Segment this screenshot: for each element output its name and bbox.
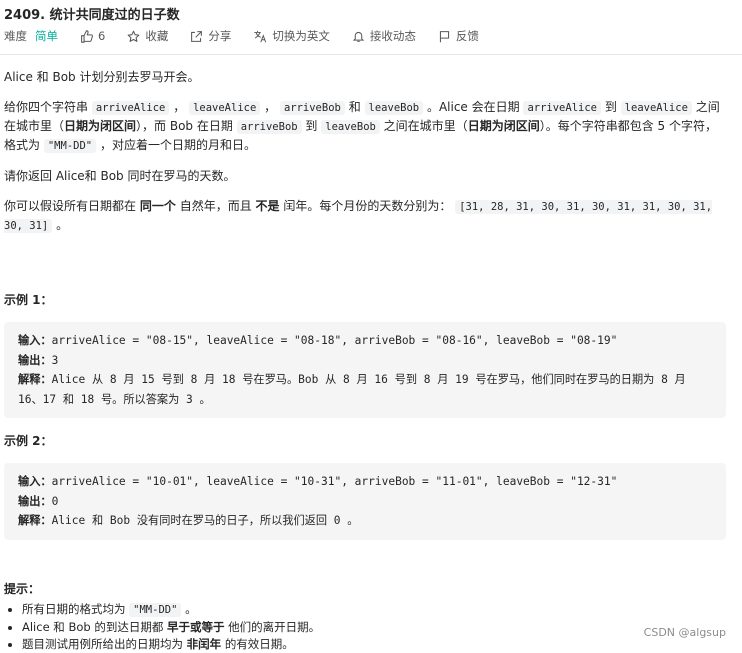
explain-label: 解释： xyxy=(18,373,52,386)
bell-icon xyxy=(352,31,365,42)
code-leave-bob: leaveBob xyxy=(321,120,380,134)
description-p2: 给你四个字符串 arriveAlice ， leaveAlice ， arriv… xyxy=(4,98,726,155)
hints-title: 提示： xyxy=(4,581,41,596)
code-arrive-alice: arriveAlice xyxy=(523,101,601,115)
text: 。 xyxy=(56,218,69,232)
output-label: 输出： xyxy=(18,353,52,367)
example-2-title: 示例 2： xyxy=(4,434,53,448)
star-icon xyxy=(127,30,140,42)
example-2-box: 输入：arriveAlice = "10-01", leaveAlice = "… xyxy=(4,463,726,540)
favorite-label: 收藏 xyxy=(145,29,169,43)
problem-title: 2409. 统计共同度过的日子数 xyxy=(4,8,180,23)
like-button[interactable]: 6 xyxy=(80,29,105,43)
text: ， xyxy=(264,100,277,114)
text: 闰年。每个月份的天数分别为： xyxy=(283,199,452,213)
thumbs-up-icon xyxy=(81,29,93,43)
text: 题目测试用例所给出的日期均为 xyxy=(22,636,183,651)
bold-closed-interval: 日期为闭区间 xyxy=(64,119,137,133)
description-p3: 请你返回 Alice和 Bob 同时在罗马的天数。 xyxy=(4,169,236,183)
flag-icon xyxy=(439,30,449,42)
code-arrive-bob: arriveBob xyxy=(236,120,302,134)
text: 。 xyxy=(185,601,197,616)
text: ，对应着一个日期的月和日。 xyxy=(99,138,256,152)
text: ），而 Bob 在日期 xyxy=(136,119,233,133)
share-icon xyxy=(191,30,203,42)
code-arrive-alice: arriveAlice xyxy=(91,101,170,115)
example-1-title: 示例 1： xyxy=(4,293,53,307)
input-label: 输入： xyxy=(18,475,52,488)
problem-toolbar: 难度 简单 6 收藏 分享 切换为英文 接收动态 反馈 xyxy=(4,27,501,45)
share-label: 分享 xyxy=(208,29,232,43)
code-leave-alice: leaveAlice xyxy=(620,101,692,115)
text: ， xyxy=(173,100,186,114)
csdn-watermark: CSDN @algsup xyxy=(643,626,726,639)
text: 他们的离开日期。 xyxy=(228,619,321,634)
example-1-explain: 解释：Alice 从 8 月 15 号到 8 月 18 号在罗马。Bob 从 8… xyxy=(18,370,712,409)
notifications-label: 接收动态 xyxy=(369,29,416,43)
text: 和 xyxy=(348,100,361,114)
example-1-output: 输出：3 xyxy=(18,351,712,371)
output-value: 3 xyxy=(51,353,59,367)
bold-closed-interval: 日期为闭区间 xyxy=(467,119,540,133)
text: 的有效日期。 xyxy=(224,636,294,651)
hint-item: 题目测试用例所给出的日期均为 非闰年 的有效日期。 xyxy=(22,636,726,653)
share-button[interactable]: 分享 xyxy=(190,28,231,44)
explain-label: 解释： xyxy=(18,514,52,527)
input-label: 输入： xyxy=(18,334,52,347)
explain-value: Alice 从 8 月 15 号到 8 月 18 号在罗马。Bob 从 8 月 … xyxy=(18,373,686,406)
bold-earlier-or-equal: 早于或等于 xyxy=(167,619,225,634)
feedback-button[interactable]: 反馈 xyxy=(438,28,479,44)
bold-not: 不是 xyxy=(255,199,280,213)
like-count: 6 xyxy=(98,29,106,43)
switch-language-button[interactable]: 切换为英文 xyxy=(253,28,330,44)
favorite-button[interactable]: 收藏 xyxy=(127,28,168,44)
text: 。Alice 会在日期 xyxy=(426,100,520,114)
text: 到 xyxy=(305,119,318,133)
code-leave-bob: leaveBob xyxy=(364,101,424,115)
switch-language-label: 切换为英文 xyxy=(272,29,330,43)
difficulty-badge: 简单 xyxy=(35,29,58,43)
code-date-format: "MM-DD" xyxy=(129,602,182,617)
feedback-label: 反馈 xyxy=(455,29,479,43)
text: 之间在城市里（ xyxy=(383,119,468,133)
example-2-input: 输入：arriveAlice = "10-01", leaveAlice = "… xyxy=(18,472,712,492)
output-value: 0 xyxy=(51,494,59,508)
text: 所有日期的格式均为 xyxy=(22,601,126,616)
text: 自然年，而且 xyxy=(179,199,252,213)
text: 给你四个字符串 xyxy=(4,100,89,114)
hints-list: 所有日期的格式均为 "MM-DD" 。 Alice 和 Bob 的到达日期都 早… xyxy=(4,601,726,653)
code-date-format: "MM-DD" xyxy=(43,139,97,153)
hint-item: Alice 和 Bob 的到达日期都 早于或等于 他们的离开日期。 xyxy=(22,619,726,636)
code-leave-alice: leaveAlice xyxy=(189,101,261,115)
problem-content: Alice 和 Bob 计划分别去罗马开会。 给你四个字符串 arriveAli… xyxy=(4,68,726,653)
text: 到 xyxy=(604,100,617,114)
description-p1: Alice 和 Bob 计划分别去罗马开会。 xyxy=(4,70,200,84)
bold-non-leap-year: 非闰年 xyxy=(186,636,222,651)
text: 你可以假设所有日期都在 xyxy=(4,199,137,213)
example-1-input: 输入：arriveAlice = "08-15", leaveAlice = "… xyxy=(18,331,712,351)
input-value: arriveAlice = "08-15", leaveAlice = "08-… xyxy=(51,334,618,347)
example-2-output: 输出：0 xyxy=(18,492,712,512)
input-value: arriveAlice = "10-01", leaveAlice = "10-… xyxy=(51,475,618,488)
difficulty-label: 难度 xyxy=(4,29,27,43)
notifications-button[interactable]: 接收动态 xyxy=(352,28,416,44)
example-2-explain: 解释：Alice 和 Bob 没有同时在罗马的日子，所以我们返回 0 。 xyxy=(18,511,712,531)
header-divider xyxy=(0,54,742,55)
translate-icon xyxy=(254,30,267,42)
text: Alice 和 Bob 的到达日期都 xyxy=(22,619,164,634)
description-p4: 你可以假设所有日期都在 同一个 自然年，而且 不是 闰年。每个月份的天数分别为：… xyxy=(4,197,726,235)
example-1-box: 输入：arriveAlice = "08-15", leaveAlice = "… xyxy=(4,322,726,418)
output-label: 输出： xyxy=(18,494,52,508)
code-arrive-bob: arriveBob xyxy=(279,101,345,115)
explain-value: Alice 和 Bob 没有同时在罗马的日子，所以我们返回 0 。 xyxy=(51,514,359,527)
hint-item: 所有日期的格式均为 "MM-DD" 。 xyxy=(22,601,726,619)
bold-same-year: 同一个 xyxy=(139,199,176,213)
